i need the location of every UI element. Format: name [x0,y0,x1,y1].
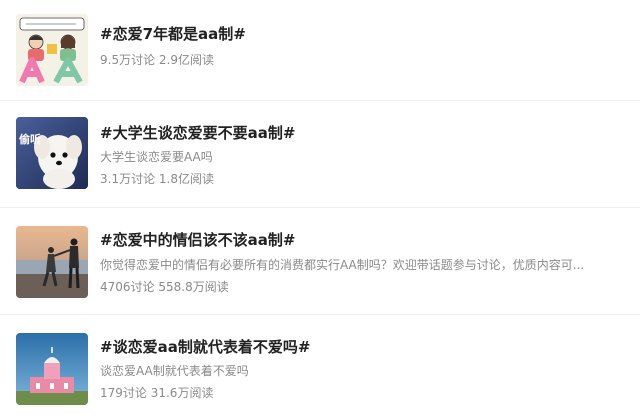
couple-cartoon-image [16,14,88,86]
topic-stats: 179讨论 31.6万阅读 [100,386,214,400]
topic-list: #恋爱7年都是aa制# 9.5万讨论 2.9亿阅读 偷听 #大学生谈恋爱要不要a… [0,0,640,419]
topic-description: 谈恋爱AA制就代表着不爱吗 [100,364,249,378]
pink-building-image [16,333,88,405]
thumbnail-caption: 偷听 [19,133,41,146]
topic-item[interactable]: #恋爱中的情侣该不该aa制# 你觉得恋爱中的情侣有必要所有的消费都实行AA制吗？… [0,208,640,314]
topic-thumbnail[interactable] [16,333,88,405]
beach-couple-image [16,226,88,298]
topic-thumbnail[interactable]: 偷听 [16,117,88,189]
topic-stats: 3.1万讨论 1.8亿阅读 [100,172,214,186]
topic-item[interactable]: #谈恋爱aa制就代表着不爱吗# 谈恋爱AA制就代表着不爱吗 179讨论 31.6… [0,315,640,419]
topic-title[interactable]: #恋爱中的情侣该不该aa制# [100,230,295,250]
puppy-image [16,117,88,189]
topic-title[interactable]: #大学生谈恋爱要不要aa制# [100,123,295,143]
topic-item[interactable]: 偷听 #大学生谈恋爱要不要aa制# 大学生谈恋爱要AA吗 3.1万讨论 1.8亿… [0,101,640,207]
topic-description: 大学生谈恋爱要AA吗 [100,150,213,164]
topic-item[interactable]: #恋爱7年都是aa制# 9.5万讨论 2.9亿阅读 [0,0,640,100]
topic-thumbnail[interactable] [16,226,88,298]
topic-stats: 4706讨论 558.8万阅读 [100,280,229,294]
topic-thumbnail[interactable] [16,14,88,86]
topic-title[interactable]: #恋爱7年都是aa制# [100,24,246,44]
topic-title[interactable]: #谈恋爱aa制就代表着不爱吗# [100,337,310,357]
topic-description: 你觉得恋爱中的情侣有必要所有的消费都实行AA制吗？欢迎带话题参与讨论，优质内容可… [100,258,585,272]
topic-stats: 9.5万讨论 2.9亿阅读 [100,53,214,67]
